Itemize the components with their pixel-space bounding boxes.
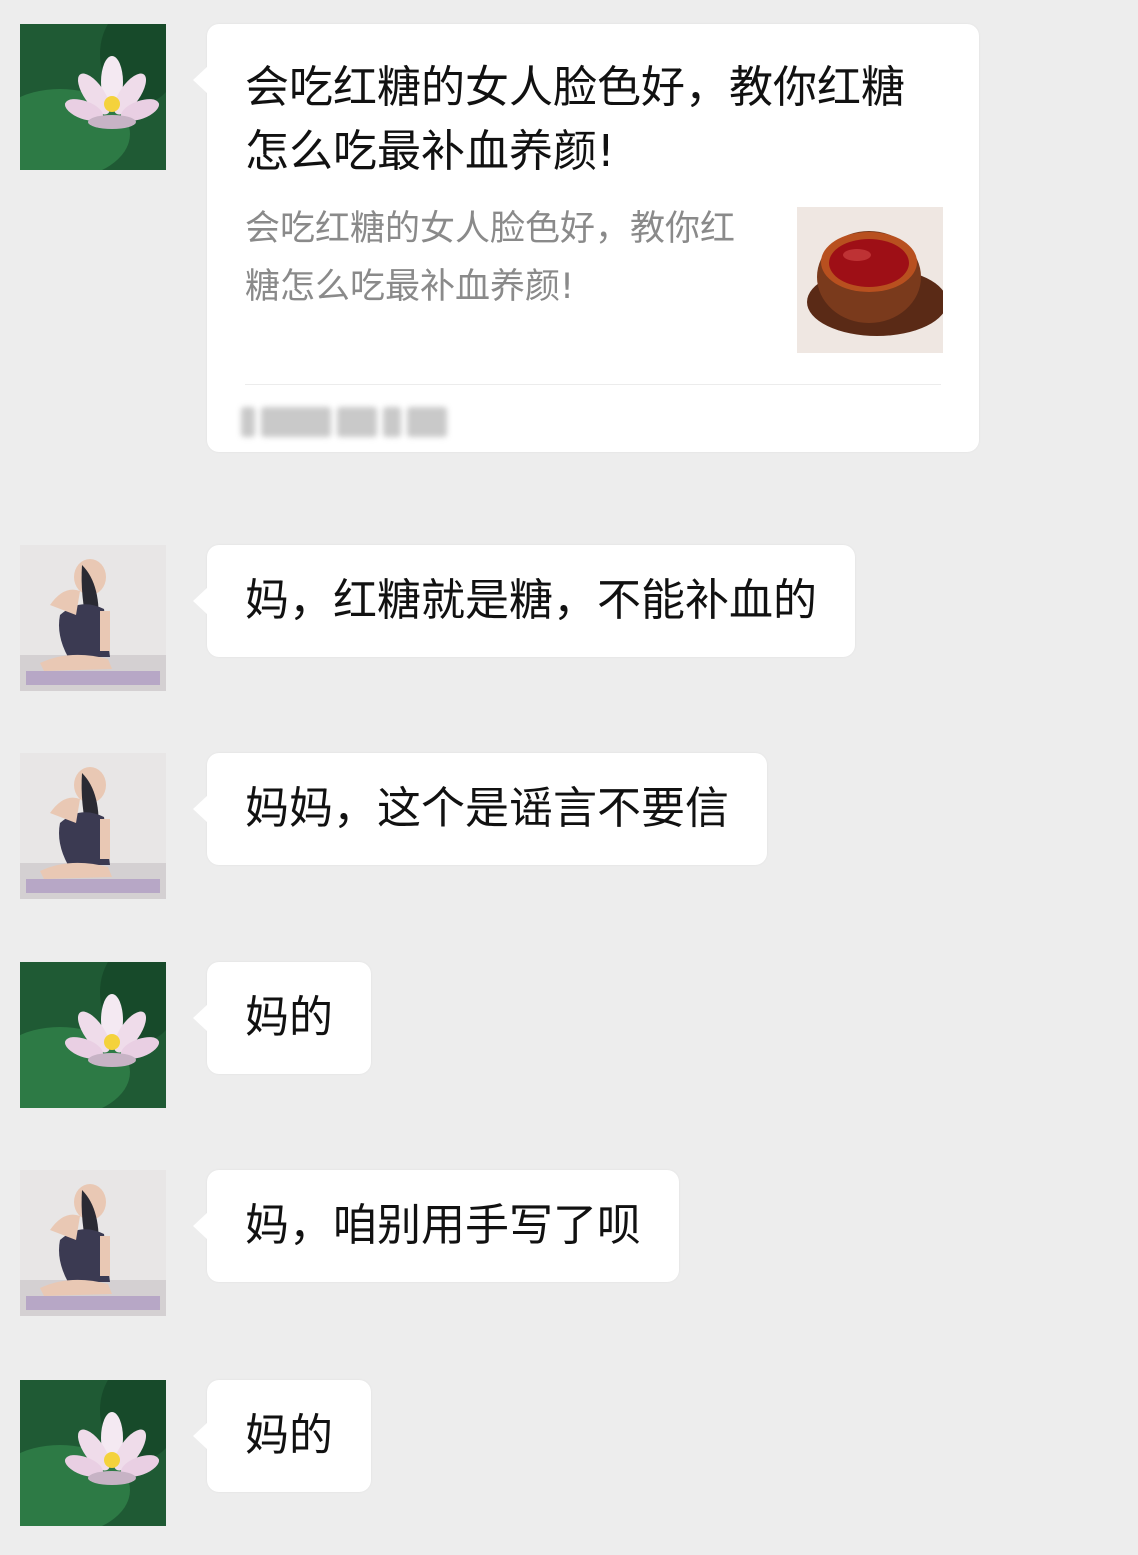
- link-card-description: 会吃红糖的女人脸色好，教你红糖怎么吃最补血养颜!: [245, 209, 736, 307]
- red-tea-cup-icon: [797, 207, 943, 353]
- message-bubble[interactable]: 妈的: [193, 1380, 371, 1492]
- yoga-avatar[interactable]: [20, 753, 166, 899]
- message-text: 妈，咱别用手写了呗: [245, 1200, 641, 1251]
- lotus-flower-icon: [20, 962, 166, 1108]
- lotus-flower-icon: [20, 1380, 166, 1526]
- yoga-avatar[interactable]: [20, 545, 166, 691]
- lotus-avatar[interactable]: [20, 1380, 166, 1526]
- link-card-divider: [245, 384, 941, 385]
- link-card-title: 会吃红糖的女人脸色好，教你红糖怎么吃最补血养颜!: [245, 62, 905, 177]
- yoga-avatar[interactable]: [20, 1170, 166, 1316]
- message-text: 妈的: [245, 992, 333, 1043]
- message-bubble[interactable]: 妈妈，这个是谣言不要信: [193, 753, 767, 865]
- yoga-pose-icon: [20, 753, 166, 899]
- lotus-flower-icon: [20, 24, 166, 170]
- message-bubble[interactable]: 妈的: [193, 962, 371, 1074]
- message-text: 妈，红糖就是糖，不能补血的: [245, 575, 817, 626]
- message-bubble[interactable]: 妈，咱别用手写了呗: [193, 1170, 679, 1282]
- lotus-avatar[interactable]: [20, 24, 166, 170]
- message-bubble[interactable]: 妈，红糖就是糖，不能补血的: [193, 545, 855, 657]
- message-text: 妈妈，这个是谣言不要信: [245, 783, 729, 834]
- link-card[interactable]: 会吃红糖的女人脸色好，教你红糖怎么吃最补血养颜! 会吃红糖的女人脸色好，教你红糖…: [193, 24, 979, 452]
- yoga-pose-icon: [20, 545, 166, 691]
- lotus-avatar[interactable]: [20, 962, 166, 1108]
- link-card-source-blurred: [241, 402, 459, 442]
- yoga-pose-icon: [20, 1170, 166, 1316]
- message-text: 妈的: [245, 1410, 333, 1461]
